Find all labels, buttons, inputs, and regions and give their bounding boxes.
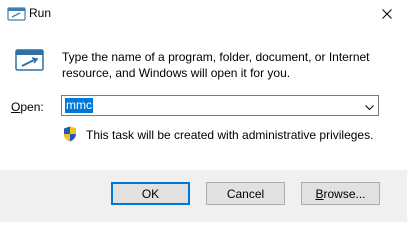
open-label-text: pen: xyxy=(20,100,44,114)
open-label-mnemonic: O xyxy=(11,100,21,114)
browse-button[interactable]: Browse... xyxy=(301,182,380,205)
dialog-body: Type the name of a program, folder, docu… xyxy=(0,30,407,170)
admin-privileges-notice: This task will be created with administr… xyxy=(86,128,374,142)
title-bar: Run xyxy=(0,0,407,30)
chevron-down-icon xyxy=(365,99,374,113)
cancel-button-label: Cancel xyxy=(226,186,265,201)
browse-label-text: rowse... xyxy=(323,186,366,201)
button-bar: OK Cancel Browse... xyxy=(0,170,407,222)
ok-button-label: OK xyxy=(141,186,160,201)
dialog-description: Type the name of a program, folder, docu… xyxy=(62,50,370,80)
close-button[interactable] xyxy=(367,0,407,30)
open-combobox[interactable]: mmc xyxy=(61,95,379,116)
close-icon xyxy=(382,8,392,22)
window-title: Run xyxy=(29,6,52,20)
combobox-dropdown-button[interactable] xyxy=(361,96,378,115)
run-dialog-icon xyxy=(13,46,47,78)
cancel-button[interactable]: Cancel xyxy=(206,182,285,205)
open-input[interactable]: mmc xyxy=(65,98,93,113)
open-label: Open: xyxy=(11,100,44,114)
browse-mnemonic: B xyxy=(315,186,324,201)
uac-shield-icon xyxy=(63,126,77,142)
browse-button-label: Browse... xyxy=(315,187,365,201)
run-app-icon xyxy=(7,6,27,22)
ok-button[interactable]: OK xyxy=(111,182,190,205)
